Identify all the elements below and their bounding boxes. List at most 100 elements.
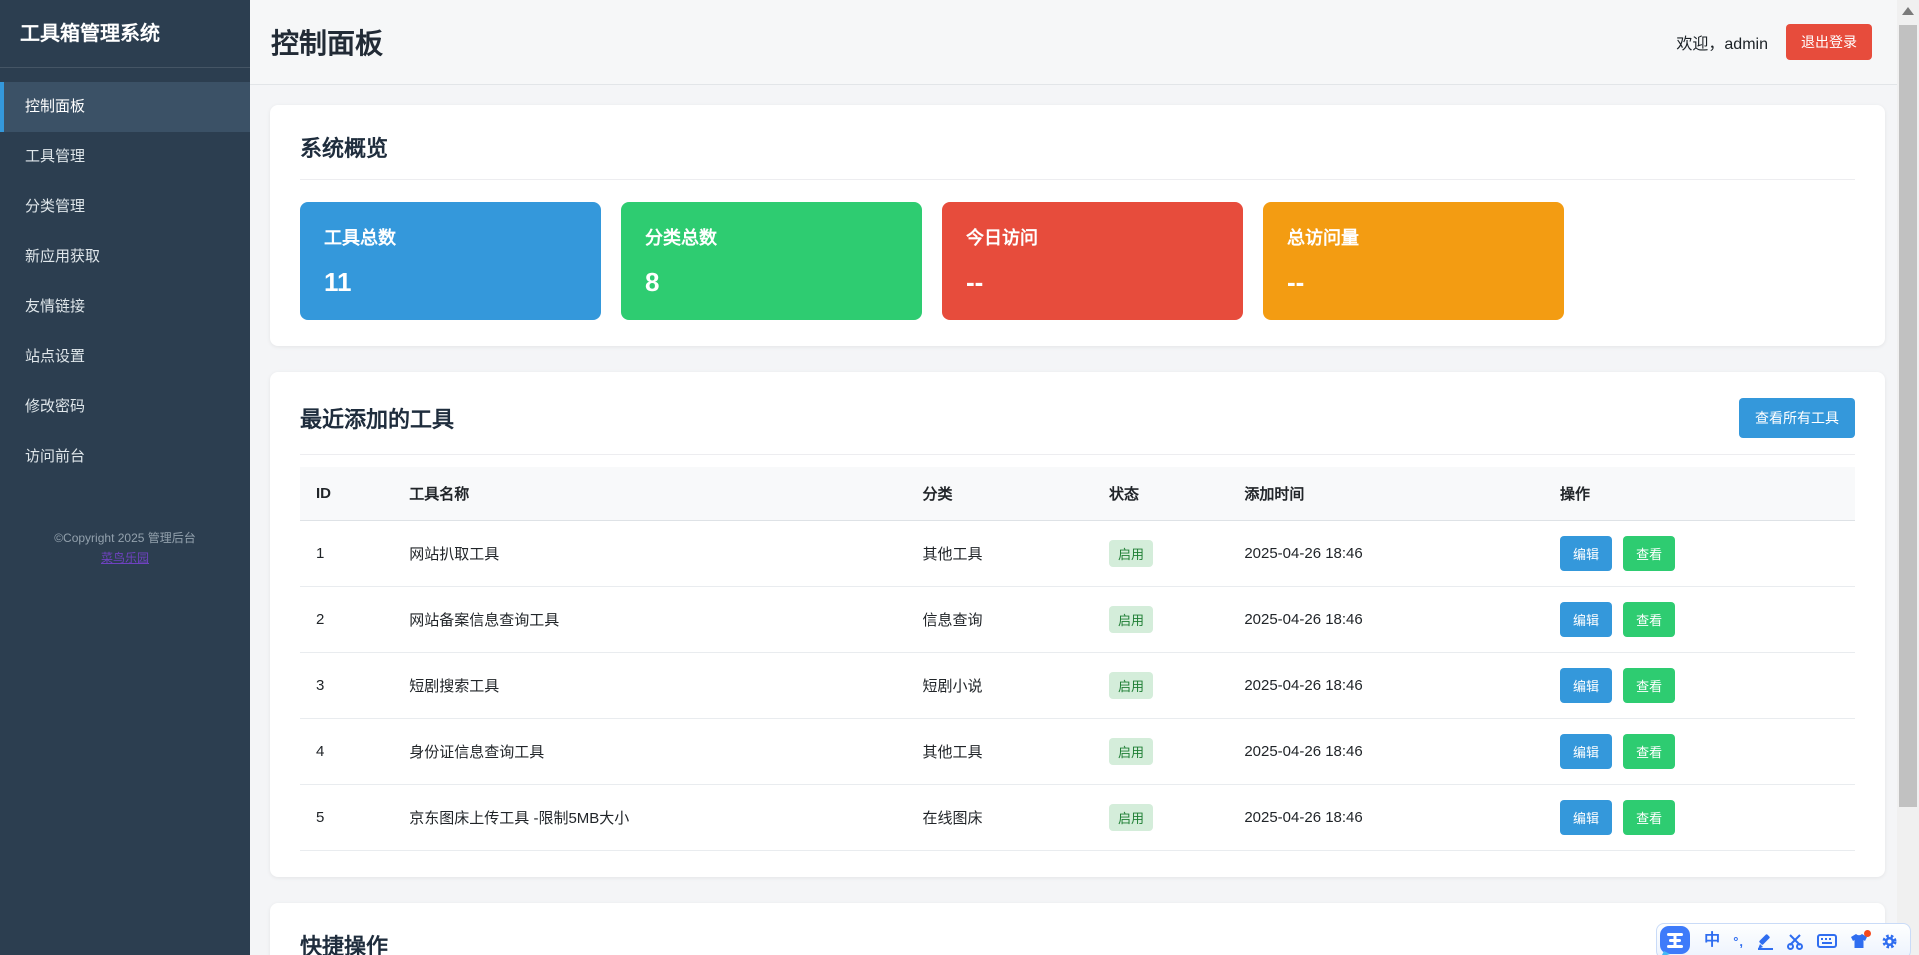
scissors-icon[interactable]	[1787, 933, 1804, 950]
table-row: 3 短剧搜索工具 短剧小说 启用 2025-04-26 18:46 编辑 查看	[300, 653, 1855, 719]
cell-tool-name: 身份证信息查询工具	[393, 719, 906, 785]
status-badge: 启用	[1109, 738, 1153, 765]
cell-time: 2025-04-26 18:46	[1228, 653, 1544, 719]
column-header-status: 状态	[1093, 467, 1228, 521]
app-title: 工具箱管理系统	[0, 0, 250, 68]
column-header-name: 工具名称	[393, 467, 906, 521]
cell-tool-name: 网站扒取工具	[393, 521, 906, 587]
cell-id: 1	[300, 521, 393, 587]
cell-category: 短剧小说	[906, 653, 1093, 719]
view-button[interactable]: 查看	[1623, 536, 1675, 571]
recent-tools-title: 最近添加的工具	[300, 402, 454, 434]
view-button[interactable]: 查看	[1623, 668, 1675, 703]
topbar-right: 欢迎，admin 退出登录	[1676, 24, 1872, 60]
view-all-tools-button[interactable]: 查看所有工具	[1739, 398, 1855, 438]
scroll-up-arrow-icon[interactable]	[1902, 7, 1914, 15]
skin-icon[interactable]	[1850, 933, 1868, 949]
sidebar-item[interactable]: 控制面板	[0, 82, 250, 132]
cell-time: 2025-04-26 18:46	[1228, 587, 1544, 653]
stat-card: 今日访问 --	[942, 202, 1243, 320]
overview-card: 系统概览 工具总数 11 分类总数 8 今日访问 -- 总访问量 --	[270, 105, 1885, 346]
quick-actions-title: 快捷操作	[300, 929, 1855, 955]
table-header-row: ID 工具名称 分类 状态 添加时间 操作	[300, 467, 1855, 521]
view-button[interactable]: 查看	[1623, 602, 1675, 637]
stat-label: 今日访问	[966, 224, 1219, 250]
sidebar-item[interactable]: 新应用获取	[0, 232, 250, 282]
table-row: 2 网站备案信息查询工具 信息查询 启用 2025-04-26 18:46 编辑…	[300, 587, 1855, 653]
cell-tool-name: 京东图床上传工具 -限制5MB大小	[393, 785, 906, 851]
edit-button[interactable]: 编辑	[1560, 734, 1612, 769]
sidebar-item[interactable]: 修改密码	[0, 382, 250, 432]
sidebar-item[interactable]: 友情链接	[0, 282, 250, 332]
sidebar-item[interactable]: 分类管理	[0, 182, 250, 232]
view-button[interactable]: 查看	[1623, 734, 1675, 769]
keyboard-icon[interactable]	[1817, 933, 1837, 949]
status-badge: 启用	[1109, 672, 1153, 699]
scrollbar-thumb[interactable]	[1899, 25, 1917, 807]
stats-row: 工具总数 11 分类总数 8 今日访问 -- 总访问量 --	[300, 202, 1855, 320]
stat-card: 分类总数 8	[621, 202, 922, 320]
settings-icon[interactable]	[1881, 933, 1898, 950]
cell-id: 2	[300, 587, 393, 653]
edit-button[interactable]: 编辑	[1560, 668, 1612, 703]
table-row: 1 网站扒取工具 其他工具 启用 2025-04-26 18:46 编辑 查看	[300, 521, 1855, 587]
status-badge: 启用	[1109, 804, 1153, 831]
cell-category: 其他工具	[906, 521, 1093, 587]
topbar: 控制面板 欢迎，admin 退出登录	[250, 0, 1919, 85]
cell-actions: 编辑 查看	[1544, 653, 1855, 719]
stat-value: --	[1287, 267, 1540, 298]
stat-label: 分类总数	[645, 224, 898, 250]
notification-dot	[1864, 930, 1871, 937]
cell-tool-name: 短剧搜索工具	[393, 653, 906, 719]
cell-category: 在线图床	[906, 785, 1093, 851]
divider	[300, 454, 1855, 455]
cell-actions: 编辑 查看	[1544, 587, 1855, 653]
overview-title: 系统概览	[300, 131, 1855, 163]
column-header-time: 添加时间	[1228, 467, 1544, 521]
cell-actions: 编辑 查看	[1544, 785, 1855, 851]
column-header-id: ID	[300, 467, 393, 521]
view-button[interactable]: 查看	[1623, 800, 1675, 835]
stat-label: 总访问量	[1287, 224, 1540, 250]
cell-id: 5	[300, 785, 393, 851]
cell-tool-name: 网站备案信息查询工具	[393, 587, 906, 653]
stat-label: 工具总数	[324, 224, 577, 250]
sidebar: 工具箱管理系统 控制面板工具管理分类管理新应用获取友情链接站点设置修改密码访问前…	[0, 0, 250, 955]
cell-category: 其他工具	[906, 719, 1093, 785]
cell-status: 启用	[1093, 653, 1228, 719]
status-badge: 启用	[1109, 606, 1153, 633]
status-badge: 启用	[1109, 540, 1153, 567]
sidebar-item[interactable]: 站点设置	[0, 332, 250, 382]
vertical-scrollbar[interactable]	[1897, 0, 1919, 955]
edit-button[interactable]: 编辑	[1560, 602, 1612, 637]
cell-id: 4	[300, 719, 393, 785]
table-row: 4 身份证信息查询工具 其他工具 启用 2025-04-26 18:46 编辑 …	[300, 719, 1855, 785]
column-header-category: 分类	[906, 467, 1093, 521]
sidebar-item[interactable]: 工具管理	[0, 132, 250, 182]
recent-tools-header: 最近添加的工具 查看所有工具	[300, 398, 1855, 438]
stat-value: 8	[645, 267, 898, 298]
sidebar-item[interactable]: 访问前台	[0, 432, 250, 482]
stat-card: 总访问量 --	[1263, 202, 1564, 320]
ime-logo[interactable]	[1659, 925, 1691, 955]
chinese-mode-icon[interactable]: 中	[1704, 933, 1720, 949]
cell-actions: 编辑 查看	[1544, 521, 1855, 587]
stat-value: --	[966, 267, 1219, 298]
punctuation-icon[interactable]: °,	[1733, 934, 1744, 949]
column-header-action: 操作	[1544, 467, 1855, 521]
footer-link[interactable]: 菜鸟乐园	[101, 551, 149, 565]
cell-status: 启用	[1093, 719, 1228, 785]
ime-toolbar: 中 °,	[1656, 923, 1911, 955]
edit-button[interactable]: 编辑	[1560, 800, 1612, 835]
content: 系统概览 工具总数 11 分类总数 8 今日访问 -- 总访问量 --	[250, 85, 1919, 955]
cell-time: 2025-04-26 18:46	[1228, 719, 1544, 785]
cell-time: 2025-04-26 18:46	[1228, 521, 1544, 587]
divider	[300, 179, 1855, 180]
pencil-icon[interactable]	[1757, 933, 1774, 950]
page-title: 控制面板	[271, 22, 383, 62]
cell-category: 信息查询	[906, 587, 1093, 653]
logout-button[interactable]: 退出登录	[1786, 24, 1872, 60]
recent-tools-table: ID 工具名称 分类 状态 添加时间 操作 1 网站扒取工具 其他工具	[300, 467, 1855, 851]
edit-button[interactable]: 编辑	[1560, 536, 1612, 571]
cell-status: 启用	[1093, 587, 1228, 653]
